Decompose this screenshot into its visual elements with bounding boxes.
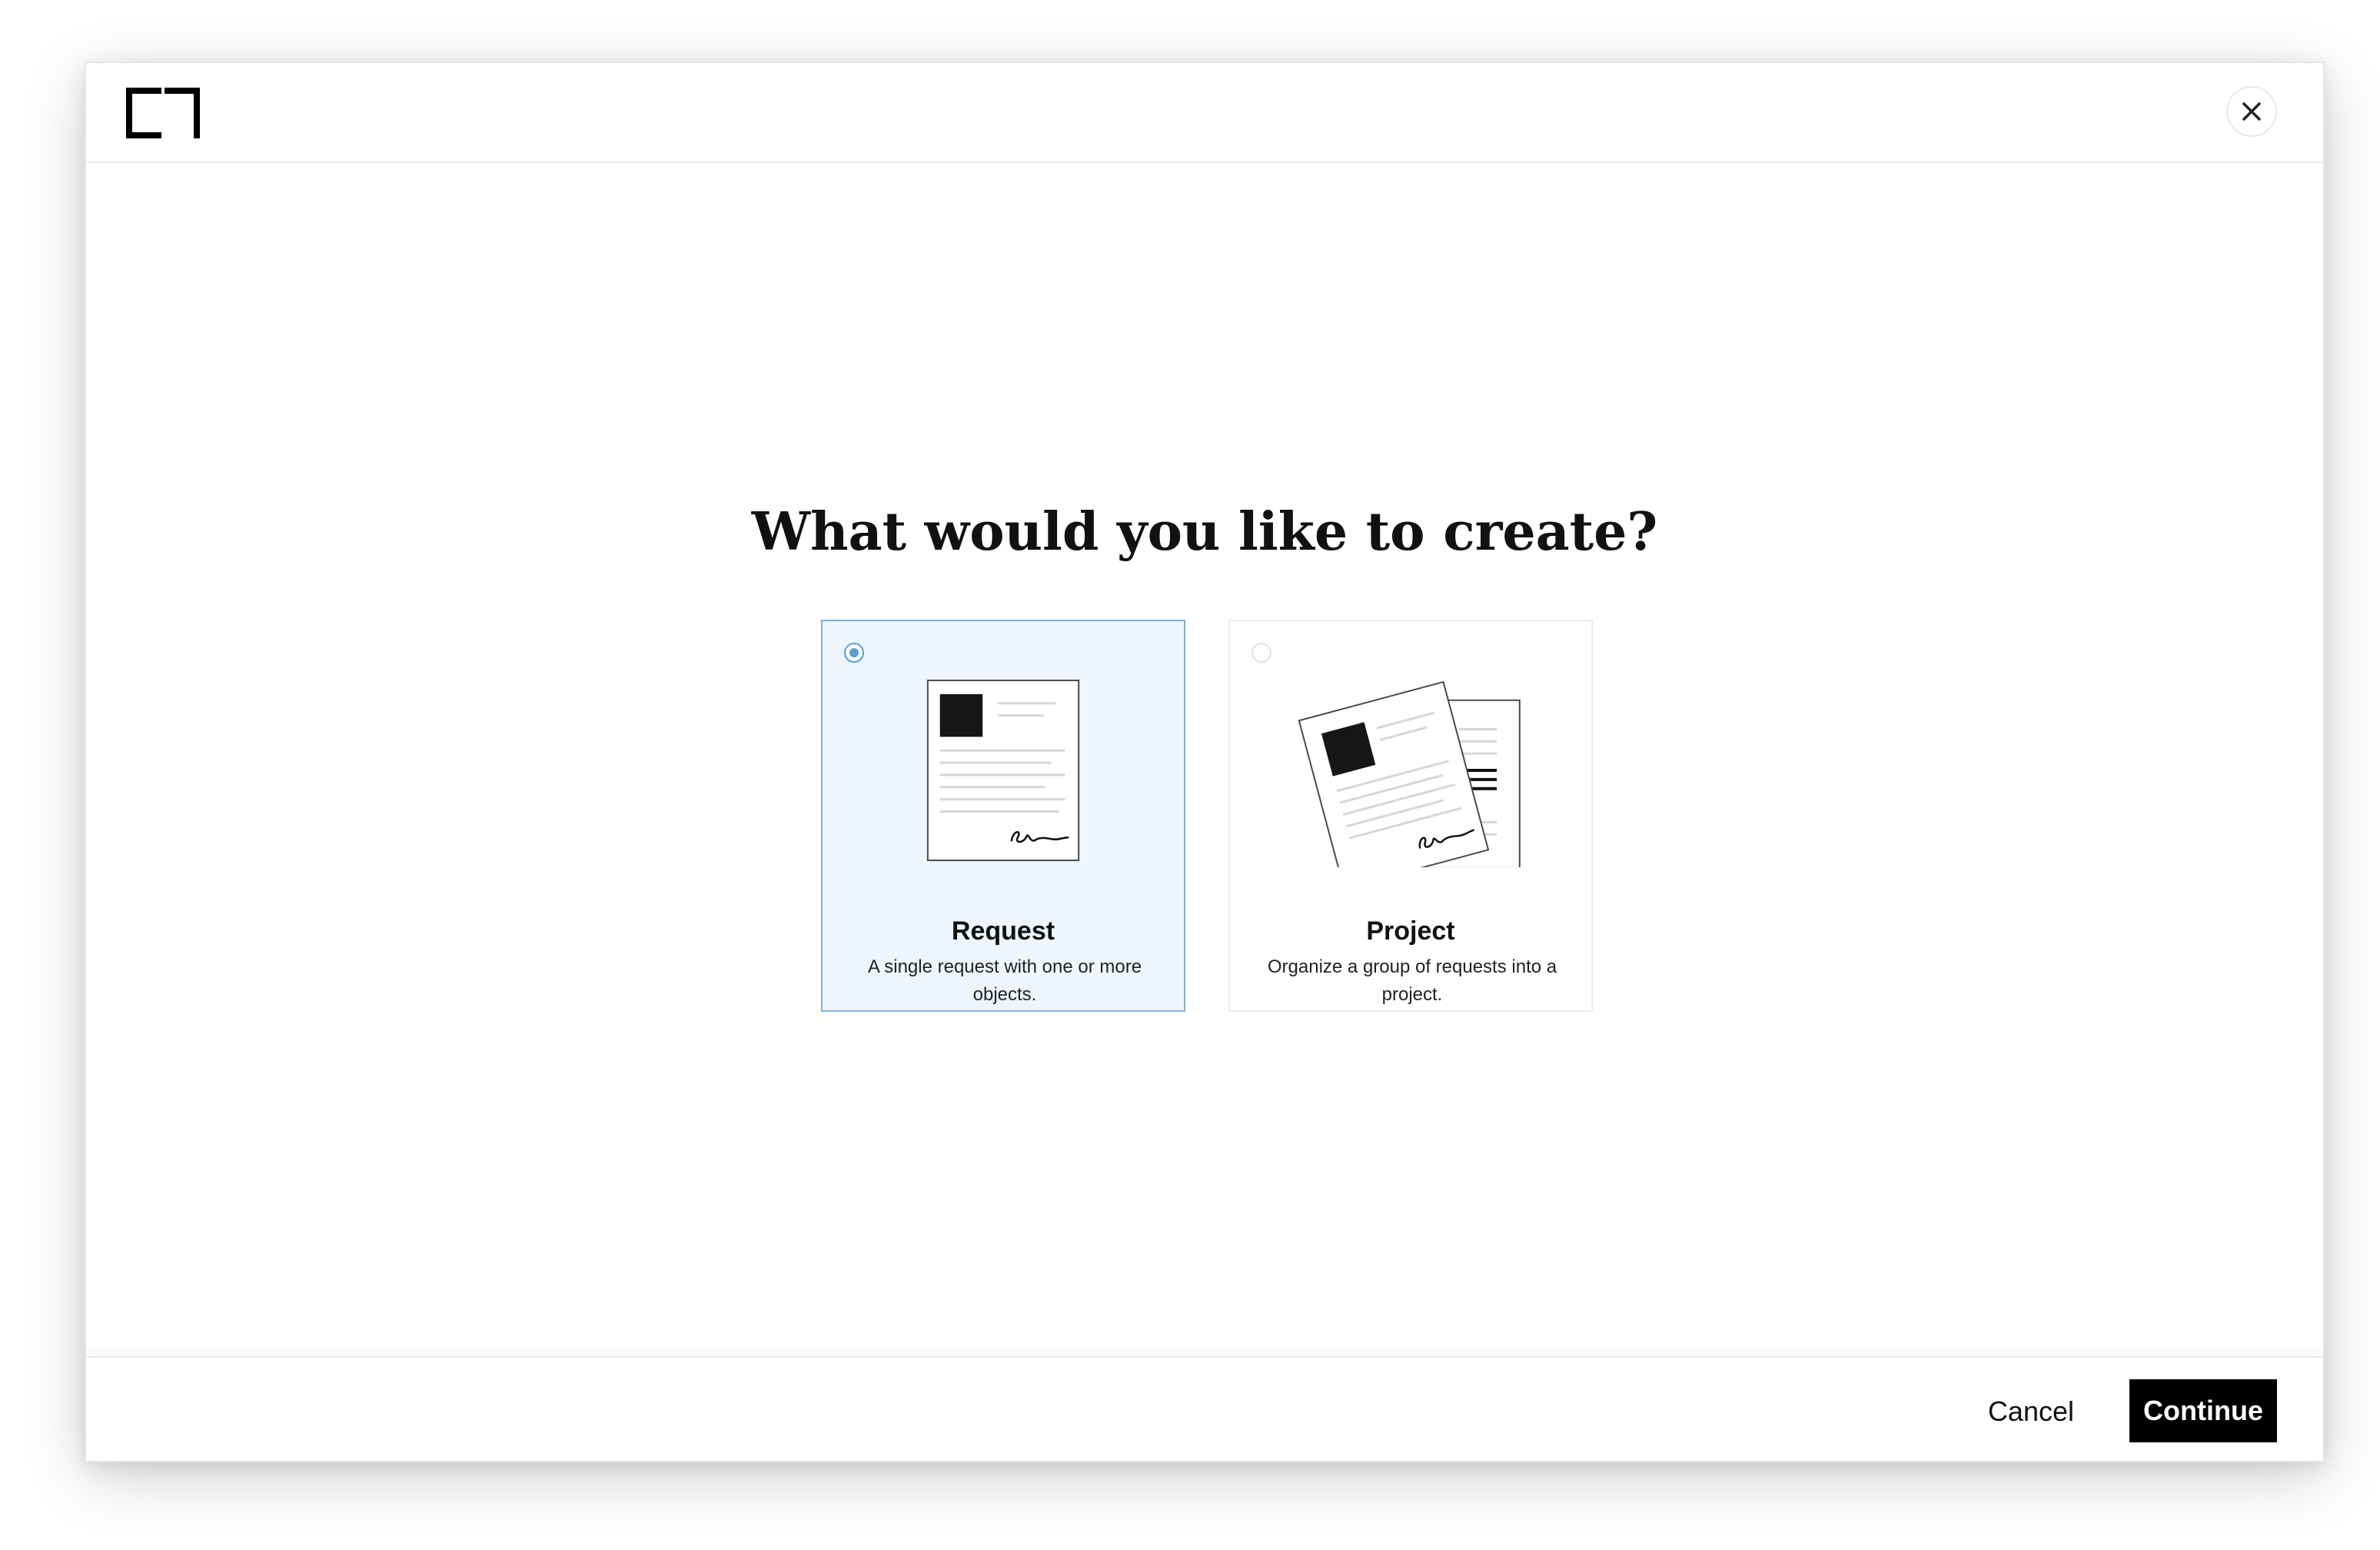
dialog-footer: Cancel Continue	[86, 1356, 2323, 1461]
page-title: What would you like to create?	[751, 501, 1658, 563]
option-title-request: Request	[951, 916, 1055, 946]
option-card-request[interactable]: Request A single request with one or mor…	[821, 620, 1185, 1012]
close-icon	[2242, 102, 2261, 121]
dialog-header	[86, 63, 2323, 163]
single-document-icon	[926, 679, 1080, 861]
option-title-project: Project	[1366, 916, 1455, 946]
option-description-request: A single request with one or more object…	[867, 956, 1142, 1005]
cancel-button[interactable]: Cancel	[1969, 1381, 2092, 1442]
continue-button[interactable]: Continue	[2129, 1379, 2277, 1442]
stacked-documents-icon	[1298, 680, 1521, 867]
bracket-logo-icon	[126, 88, 200, 138]
option-card-project[interactable]: Project Organize a group of requests int…	[1228, 620, 1593, 1012]
create-dialog: What would you like to create? Request A…	[85, 62, 2325, 1462]
radio-request[interactable]	[844, 643, 864, 663]
option-description-project: Organize a group of requests into a proj…	[1267, 956, 1557, 1005]
radio-project[interactable]	[1251, 643, 1271, 663]
close-button[interactable]	[2226, 86, 2277, 137]
